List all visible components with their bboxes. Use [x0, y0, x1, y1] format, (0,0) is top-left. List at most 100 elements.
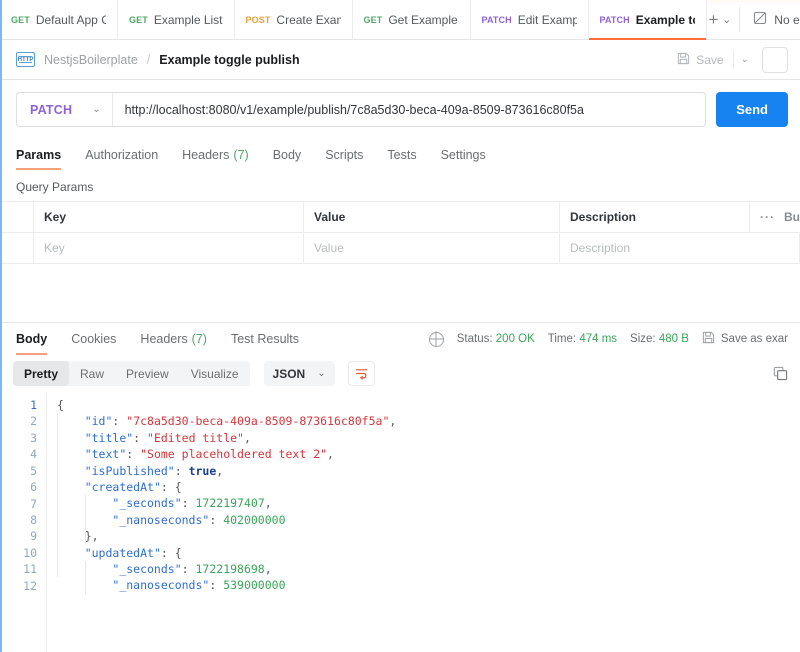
table-header-actions: ··· Bu	[750, 202, 800, 232]
row-checkbox-cell[interactable]	[0, 233, 34, 263]
request-tab-1[interactable]: GET Default App Cc	[0, 0, 118, 39]
tab-label: Tests	[387, 147, 417, 162]
bulk-edit-button[interactable]: Bu	[784, 210, 800, 224]
tab-method-badge: POST	[245, 14, 271, 25]
copy-response-button[interactable]	[773, 366, 788, 381]
response-tab-cookies[interactable]: Cookies	[59, 324, 128, 355]
tab-body[interactable]: Body	[261, 139, 314, 170]
code-token: },	[57, 529, 99, 544]
view-mode-raw[interactable]: Raw	[69, 361, 115, 386]
view-mode-preview[interactable]: Preview	[115, 361, 180, 386]
tab-label: Edit Example	[517, 12, 577, 27]
network-globe-icon[interactable]	[428, 331, 444, 347]
send-button[interactable]: Send	[716, 92, 788, 127]
url-bar: PATCH ⌄ http://localhost:8080/v1/example…	[0, 80, 800, 139]
breadcrumb: HTTP NestjsBoilerplate / Example toggle …	[16, 52, 668, 67]
tab-tests[interactable]: Tests	[375, 139, 428, 170]
line-number: 2	[30, 414, 37, 429]
code-line: "title": "Edited title",	[57, 430, 800, 446]
code-token: :	[174, 463, 189, 478]
line-number: 9	[30, 529, 37, 544]
view-mode-visualize[interactable]: Visualize	[180, 361, 250, 386]
code-token: "_nanoseconds"	[112, 512, 210, 527]
code-token: "createdAt"	[84, 480, 161, 495]
response-language-select[interactable]: JSON ⌄	[263, 361, 335, 387]
chevron-down-icon[interactable]: ⌄	[721, 0, 733, 39]
request-tab-6-active[interactable]: PATCH Example tog	[588, 0, 707, 40]
line-number: 5	[30, 463, 37, 478]
tab-settings[interactable]: Settings	[429, 139, 498, 170]
tab-label: Headers	[182, 147, 230, 162]
url-input[interactable]: http://localhost:8080/v1/example/publish…	[113, 93, 706, 126]
more-actions-button[interactable]	[762, 46, 788, 73]
size-value: 480 B	[658, 333, 689, 346]
page-title: Example toggle publish	[159, 52, 300, 67]
response-body-viewer[interactable]: 1 2 3 4 5 6 7 8 9 10 11 12 { "id": "7c8a5d30-beca-4…	[0, 392, 800, 652]
code-token: :	[126, 447, 141, 462]
tab-count: (7)	[191, 332, 207, 347]
code-token: "Some placeholdered text 2"	[140, 447, 328, 462]
line-number: 12	[23, 578, 37, 593]
http-method-select[interactable]: PATCH ⌄	[17, 93, 113, 126]
tab-label: Get Example B	[388, 12, 458, 27]
code-token: "_seconds"	[112, 561, 182, 576]
tab-label: Params	[16, 147, 62, 162]
code-token: :	[133, 430, 148, 445]
code-line: "id": "7c8a5d30-beca-409a-8509-873616c80…	[57, 413, 800, 429]
view-mode-pretty[interactable]: Pretty	[13, 361, 70, 387]
response-tab-body[interactable]: Body	[16, 324, 59, 355]
tab-label: Authorization	[85, 147, 159, 162]
line-number: 8	[30, 512, 37, 527]
tab-headers[interactable]: Headers (7)	[170, 139, 261, 170]
save-options-caret-icon[interactable]: ⌄	[732, 50, 756, 69]
tab-params[interactable]: Params	[16, 139, 73, 170]
select-all-cell	[0, 202, 34, 232]
new-tab-button[interactable]: +	[707, 0, 721, 39]
indent-guide	[57, 413, 58, 578]
column-header-description: Description	[560, 202, 750, 232]
chevron-down-icon: ⌄	[317, 368, 326, 380]
tab-authorization[interactable]: Authorization	[73, 139, 170, 170]
table-header-row: Key Value Description ··· Bu	[0, 201, 800, 232]
word-wrap-toggle-button[interactable]	[347, 361, 375, 387]
request-tab-5[interactable]: PATCH Edit Example	[470, 0, 589, 39]
code-token: "isPublished"	[84, 463, 175, 478]
request-tab-4[interactable]: GET Get Example B	[352, 0, 471, 39]
code-token: ,	[243, 430, 251, 445]
tab-label: Settings	[440, 147, 486, 162]
response-view-mode-group: Pretty Raw Preview Visualize	[13, 361, 250, 387]
status-value: 200 OK	[495, 333, 535, 346]
save-as-example-label: Save as exar	[720, 333, 788, 346]
breadcrumb-bar: HTTP NestjsBoilerplate / Example toggle …	[0, 40, 800, 80]
line-number: 1	[30, 398, 37, 413]
save-button[interactable]: Save	[668, 48, 732, 72]
line-number: 11	[23, 562, 37, 577]
environment-selector[interactable]: No environm	[743, 0, 800, 39]
save-disk-icon	[677, 52, 690, 68]
left-accent-rail	[0, 0, 2, 652]
request-tab-2[interactable]: GET Example List	[118, 0, 235, 39]
code-token: :	[181, 561, 196, 576]
tab-scripts[interactable]: Scripts	[313, 139, 375, 170]
response-tab-headers[interactable]: Headers (7)	[128, 324, 219, 355]
code-token: ,	[389, 414, 397, 429]
environment-label: No environm	[774, 12, 800, 27]
more-options-icon[interactable]: ···	[760, 210, 775, 224]
indent-guide	[85, 495, 86, 545]
response-code-content[interactable]: { "id": "7c8a5d30-beca-409a-8509-873616c…	[46, 392, 800, 652]
code-line: "isPublished": true,	[57, 463, 800, 479]
response-time: Time: 474 ms	[547, 333, 618, 346]
param-key-input[interactable]: Key	[34, 233, 304, 263]
column-header-key: Key	[34, 202, 304, 232]
tab-method-badge: PATCH	[481, 14, 512, 25]
param-description-input[interactable]: Description	[560, 233, 800, 263]
code-line: "_seconds": 1722198698,	[57, 561, 800, 577]
breadcrumb-parent[interactable]: NestjsBoilerplate	[44, 53, 138, 67]
param-value-input[interactable]: Value	[304, 233, 560, 263]
request-empty-space	[0, 264, 800, 323]
save-as-example-button[interactable]: Save as exar	[702, 331, 788, 347]
code-token: : {	[160, 480, 182, 495]
request-tab-3[interactable]: POST Create Examp	[234, 0, 353, 39]
response-tab-test-results[interactable]: Test Results	[219, 324, 311, 355]
